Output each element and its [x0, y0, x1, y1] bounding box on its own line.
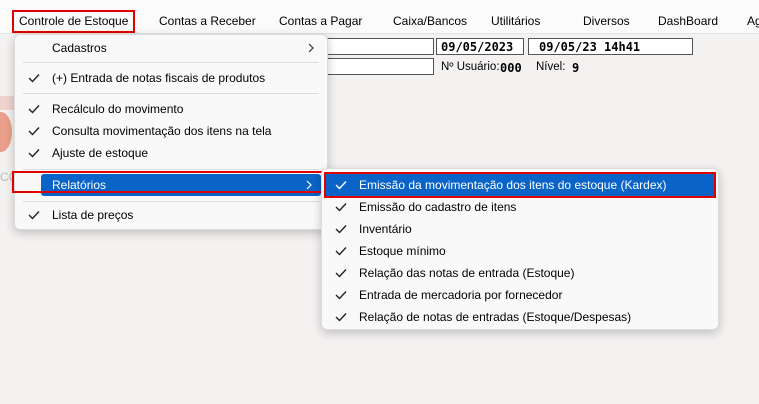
- checkmark-icon: [334, 262, 348, 284]
- menu-item-consulta-movimentacao[interactable]: Consulta movimentação dos itens na tela: [19, 120, 323, 142]
- menu-item-relatorios[interactable]: Relatórios: [41, 174, 321, 196]
- menubar-contas-receber[interactable]: Contas a Receber: [159, 12, 256, 31]
- chevron-right-icon: [305, 174, 313, 203]
- submenu-item-estoque-minimo[interactable]: Estoque mínimo: [326, 240, 714, 262]
- checkmark-icon: [27, 204, 41, 226]
- submenu-item-inventario[interactable]: Inventário: [326, 218, 714, 240]
- menu-item-label: Ajuste de estoque: [52, 146, 149, 160]
- level-label: Nível:: [536, 61, 566, 73]
- submenu-item-kardex[interactable]: Emissão da movimentação dos itens do est…: [324, 172, 716, 198]
- menubar-diversos[interactable]: Diversos: [583, 12, 630, 31]
- checkmark-icon: [334, 196, 348, 218]
- checkmark-icon: [334, 174, 348, 196]
- submenu-item-label: Inventário: [359, 222, 412, 236]
- submenu-item-label: Entrada de mercadoria por fornecedor: [359, 288, 563, 302]
- checkmark-icon: [27, 67, 41, 89]
- menu-item-recalculo[interactable]: Recálculo do movimento: [19, 98, 323, 120]
- submenu-item-label: Relação de notas de entradas (Estoque/De…: [359, 310, 632, 324]
- menu-item-label: Cadastros: [52, 41, 107, 55]
- menubar-ag[interactable]: Ag: [747, 12, 759, 31]
- menu-item-label: (+) Entrada de notas fiscais de produtos: [52, 71, 266, 85]
- menubar-controle-estoque[interactable]: Controle de Estoque: [11, 10, 136, 33]
- user-label: Nº Usuário:: [441, 61, 500, 73]
- submenu-item-label: Relação das notas de entrada (Estoque): [359, 266, 575, 280]
- checkmark-icon: [27, 120, 41, 142]
- checkmark-icon: [334, 240, 348, 262]
- menu-separator: [23, 201, 319, 202]
- submenu-item-notas-despesas[interactable]: Relação de notas de entradas (Estoque/De…: [326, 306, 714, 328]
- submenu-item-label: Emissão da movimentação dos itens do est…: [359, 178, 667, 192]
- submenu-item-label: Emissão do cadastro de itens: [359, 200, 517, 214]
- menubar-dashboard[interactable]: DashBoard: [658, 12, 718, 31]
- checkmark-icon: [334, 218, 348, 240]
- menu-separator: [23, 93, 319, 94]
- checkmark-icon: [334, 284, 348, 306]
- menu-item-label: Lista de preços: [52, 208, 134, 222]
- menubar-contas-pagar[interactable]: Contas a Pagar: [279, 12, 362, 31]
- datetime-field: 09/05/23 14h41: [528, 38, 693, 55]
- menu-item-entrada-notas[interactable]: (+) Entrada de notas fiscais de produtos: [19, 67, 323, 89]
- estoque-dropdown-menu: Cadastros (+) Entrada de notas fiscais d…: [14, 34, 328, 230]
- user-value: 000: [500, 61, 522, 75]
- submenu-item-notas-entrada[interactable]: Relação das notas de entrada (Estoque): [326, 262, 714, 284]
- menubar-caixa-bancos[interactable]: Caixa/Bancos: [393, 12, 467, 31]
- submenu-item-entrada-fornecedor[interactable]: Entrada de mercadoria por fornecedor: [326, 284, 714, 306]
- menu-separator: [23, 62, 319, 63]
- menu-item-cadastros[interactable]: Cadastros: [19, 37, 323, 59]
- checkmark-icon: [27, 142, 41, 164]
- menu-item-lista-precos[interactable]: Lista de preços: [19, 204, 323, 226]
- menu-item-label: Relatórios: [52, 178, 107, 192]
- submenu-item-label: Estoque mínimo: [359, 244, 446, 258]
- relatorios-submenu: Emissão da movimentação dos itens do est…: [321, 168, 719, 330]
- date-field: 09/05/2023: [436, 38, 524, 55]
- menubar: Controle de Estoque Contas a Receber Con…: [0, 0, 759, 34]
- menubar-utilitarios[interactable]: Utilitários: [491, 12, 540, 31]
- menu-item-label: Consulta movimentação dos itens na tela: [52, 124, 272, 138]
- level-value: 9: [572, 61, 580, 75]
- menu-separator: [23, 169, 319, 170]
- background-field: [318, 38, 434, 55]
- menu-item-label: Recálculo do movimento: [52, 102, 184, 116]
- menu-item-ajuste-estoque[interactable]: Ajuste de estoque: [19, 142, 323, 164]
- checkmark-icon: [27, 98, 41, 120]
- background-field-2: [318, 58, 434, 75]
- background-logo-fragment: [0, 112, 12, 152]
- submenu-item-cadastro-itens[interactable]: Emissão do cadastro de itens: [326, 196, 714, 218]
- checkmark-icon: [334, 306, 348, 328]
